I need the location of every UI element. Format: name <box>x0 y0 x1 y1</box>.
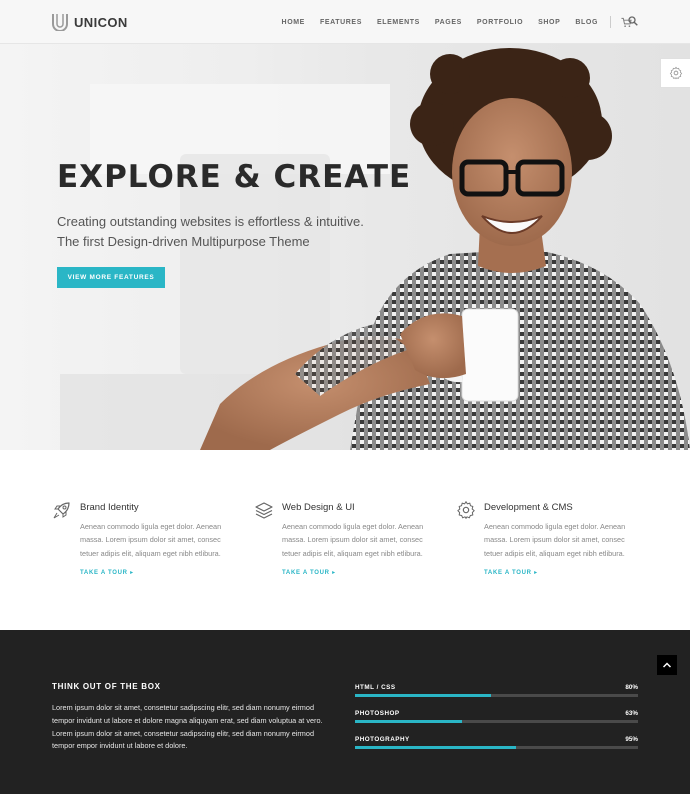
brand-name: UNICON <box>74 14 128 30</box>
take-a-tour-label: TAKE A TOUR <box>484 570 532 576</box>
about-skills-section: THINK OUT OF THE BOX Lorem ipsum dolor s… <box>0 630 690 794</box>
nav-item-pages[interactable]: PAGES <box>435 19 462 26</box>
chevron-up-icon <box>663 662 671 668</box>
layers-icon <box>255 502 273 519</box>
skill-fill <box>355 694 491 697</box>
hero-subtitle-line-1: Creating outstanding websites is effortl… <box>57 214 364 229</box>
skill-track <box>355 746 638 749</box>
nav-divider <box>610 16 611 28</box>
hero-title: EXPLORE & CREATE <box>57 159 412 195</box>
feature-title: Web Design & UI <box>282 502 355 513</box>
take-a-tour-link[interactable]: TAKE A TOUR ▸ <box>282 569 336 576</box>
hero-subtitle: Creating outstanding websites is effortl… <box>57 212 387 252</box>
skill-name: HTML / CSS <box>355 684 396 691</box>
nav-item-blog[interactable]: BLOG <box>575 19 598 26</box>
logo[interactable]: UNICON <box>52 13 128 31</box>
view-more-features-button[interactable]: VIEW MORE FEATURES <box>57 267 165 288</box>
hero-subtitle-line-2: The first Design-driven Multipurpose The… <box>57 234 310 249</box>
skill-percent: 80% <box>625 684 638 691</box>
arrow-right-icon: ▸ <box>534 570 538 576</box>
skill-track <box>355 720 638 723</box>
logo-mark-icon <box>52 14 68 31</box>
arrow-right-icon: ▸ <box>130 570 134 576</box>
take-a-tour-link[interactable]: TAKE A TOUR ▸ <box>484 569 538 576</box>
nav-item-home[interactable]: HOME <box>282 19 305 26</box>
gear-icon <box>457 501 475 519</box>
features-section: Brand Identity Aenean commodo ligula ege… <box>0 450 690 630</box>
about-text: Lorem ipsum dolor sit amet, consetetur s… <box>52 703 323 751</box>
about-title: THINK OUT OF THE BOX <box>52 682 161 691</box>
skill-track <box>355 694 638 697</box>
feature-text: Aenean commodo ligula eget dolor. Aenean… <box>80 522 222 558</box>
feature-title: Brand Identity <box>80 502 139 513</box>
take-a-tour-label: TAKE A TOUR <box>282 570 330 576</box>
skill-percent: 63% <box>625 710 638 717</box>
back-to-top-button[interactable] <box>657 655 677 675</box>
feature-text: Aenean commodo ligula eget dolor. Aenean… <box>282 522 424 558</box>
skill-name: PHOTOSHOP <box>355 710 400 717</box>
main-nav: HOME FEATURES ELEMENTS PAGES PORTFOLIO S… <box>267 0 632 44</box>
arrow-right-icon: ▸ <box>332 570 336 576</box>
skill-percent: 95% <box>625 736 638 743</box>
skill-name: PHOTOGRAPHY <box>355 736 410 743</box>
take-a-tour-link[interactable]: TAKE A TOUR ▸ <box>80 569 134 576</box>
rocket-icon <box>53 502 70 519</box>
hero-section: EXPLORE & CREATE Creating outstanding we… <box>0 44 690 450</box>
skill-fill <box>355 720 462 723</box>
feature-title: Development & CMS <box>484 502 573 513</box>
nav-item-portfolio[interactable]: PORTFOLIO <box>477 19 523 26</box>
settings-tab[interactable] <box>660 58 690 88</box>
site-header: UNICON HOME FEATURES ELEMENTS PAGES PORT… <box>0 0 690 44</box>
take-a-tour-label: TAKE A TOUR <box>80 570 128 576</box>
settings-gear-icon <box>669 66 682 80</box>
search-icon[interactable] <box>628 16 638 26</box>
nav-item-features[interactable]: FEATURES <box>320 19 362 26</box>
nav-item-elements[interactable]: ELEMENTS <box>377 19 420 26</box>
nav-item-shop[interactable]: SHOP <box>538 19 560 26</box>
feature-text: Aenean commodo ligula eget dolor. Aenean… <box>484 522 626 558</box>
skill-fill <box>355 746 517 749</box>
